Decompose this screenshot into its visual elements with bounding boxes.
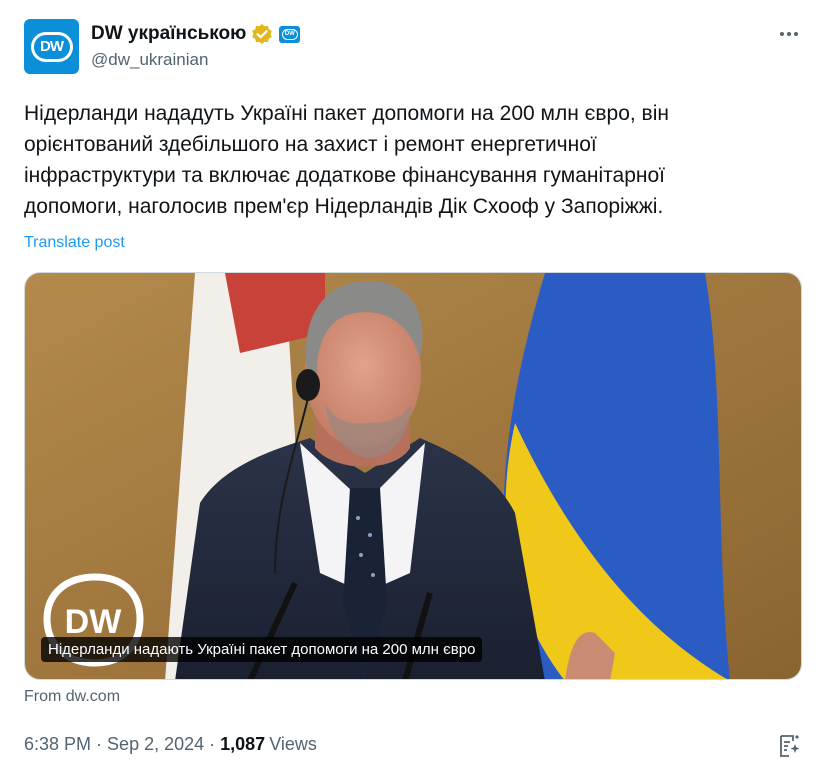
display-name[interactable]: DW українською <box>91 23 246 45</box>
avatar[interactable]: DW <box>24 19 79 74</box>
post-date[interactable]: Sep 2, 2024 <box>107 734 204 755</box>
grok-icon[interactable] <box>777 733 801 759</box>
views-label: Views <box>269 734 317 754</box>
affiliate-badge-label: DW <box>281 28 298 40</box>
translate-post-link[interactable]: Translate post <box>24 234 125 252</box>
dw-logo: DW <box>30 31 73 62</box>
link-card[interactable]: DW Нідерланди надають Україні пакет допо… <box>24 272 802 680</box>
affiliate-badge[interactable]: DW <box>279 25 301 43</box>
verified-badge-icon[interactable] <box>251 23 273 45</box>
post-text: Нідерланди нададуть Україні пакет допомо… <box>24 102 669 218</box>
post-meta: 6:38 PM · Sep 2, 2024 · 1,087 Views <box>24 734 317 755</box>
card-photo: DW <box>25 273 801 679</box>
views-count: 1,087 <box>220 734 266 754</box>
meta-separator: · <box>209 734 216 754</box>
post-header: DW DW українською DW @dw_ukrainian <box>24 18 801 76</box>
card-source[interactable]: From dw.com <box>24 688 120 706</box>
card-logo-text: DW <box>65 603 123 641</box>
post-time[interactable]: 6:38 PM <box>24 734 91 755</box>
card-caption: Нідерланди надають Україні пакет допомог… <box>41 637 483 662</box>
more-options-icon[interactable] <box>777 24 801 44</box>
meta-separator: · <box>96 734 103 754</box>
handle[interactable]: @dw_ukrainian <box>91 50 208 70</box>
name-row: DW українською DW <box>91 21 301 47</box>
